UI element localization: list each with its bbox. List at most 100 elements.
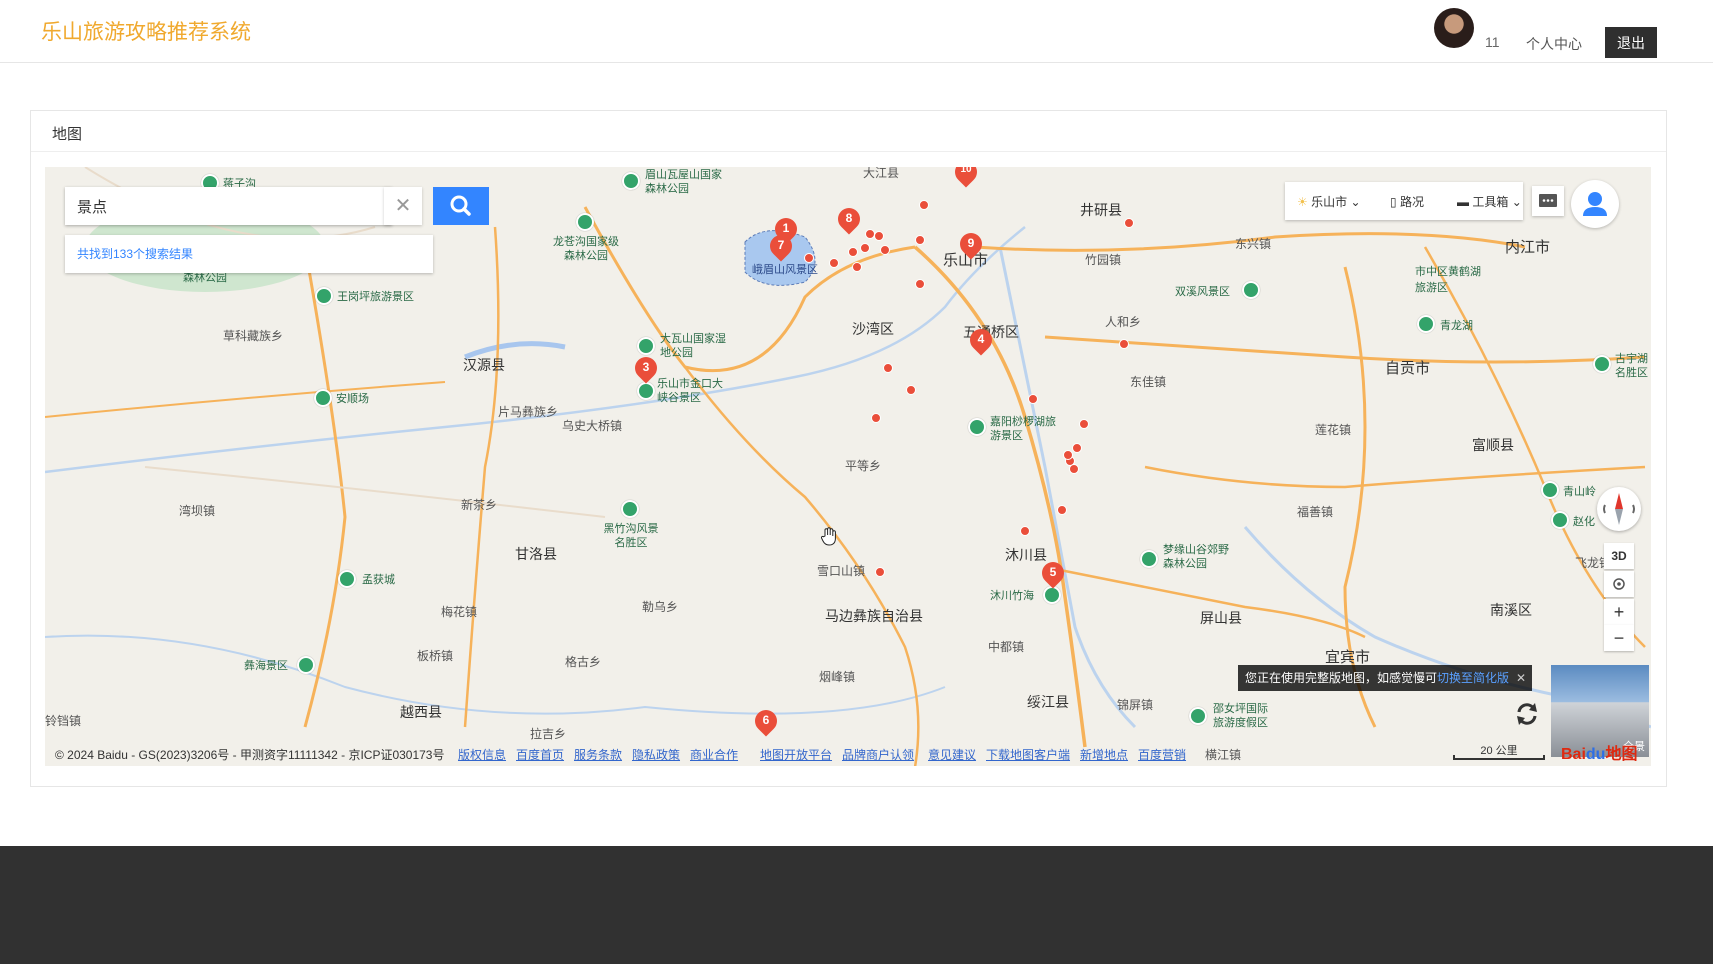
result-dot[interactable] [915, 279, 925, 289]
zoom-out-button[interactable]: − [1604, 625, 1634, 651]
poi-label[interactable]: 眉山瓦屋山国家森林公园 [645, 168, 725, 196]
result-dot[interactable] [1020, 526, 1030, 536]
result-dot[interactable] [871, 413, 881, 423]
scenic-icon[interactable] [1140, 550, 1158, 568]
result-marker[interactable]: 9 [955, 228, 987, 263]
scenic-icon[interactable] [314, 389, 332, 407]
scenic-icon[interactable] [1189, 707, 1207, 725]
result-dot[interactable] [906, 385, 916, 395]
search-result-count[interactable]: 共找到133个搜索结果 [65, 235, 433, 273]
scenic-icon[interactable] [622, 172, 640, 190]
poi-label[interactable]: 大瓦山国家湿地公园 [660, 332, 730, 360]
footer-link[interactable]: 意见建议 [928, 746, 976, 763]
result-marker[interactable]: 6 [750, 705, 782, 740]
toolbox-menu[interactable]: ▬ 工具箱 ⌄ [1457, 193, 1522, 210]
switch-simplified-link[interactable]: 切换至简化版 [1437, 671, 1509, 685]
scenic-icon[interactable] [576, 213, 594, 231]
scenic-icon[interactable] [315, 287, 333, 305]
user-avatar[interactable] [1434, 8, 1474, 48]
result-marker[interactable]: 8 [833, 203, 865, 238]
poi-label[interactable]: 沐川竹海 [990, 589, 1034, 603]
result-dot[interactable] [1063, 450, 1073, 460]
footer-link[interactable]: 下载地图客户端 [986, 746, 1070, 763]
result-dot[interactable] [1028, 394, 1038, 404]
result-dot[interactable] [1124, 218, 1134, 228]
poi-label[interactable]: 嘉阳桫椤湖旅游景区 [990, 415, 1056, 443]
footer-link[interactable]: 百度首页 [516, 746, 564, 763]
poi-label[interactable]: 梦缘山谷郊野森林公园 [1163, 543, 1239, 571]
result-dot[interactable] [829, 258, 839, 268]
result-dot[interactable] [1119, 339, 1129, 349]
map-search-button[interactable] [433, 187, 489, 225]
result-dot[interactable] [865, 229, 875, 239]
scenic-icon[interactable] [297, 656, 315, 674]
footer-link[interactable]: 新增地点 [1080, 746, 1128, 763]
footer-link[interactable]: 隐私政策 [632, 746, 680, 763]
footer-link[interactable]: 商业合作 [690, 746, 738, 763]
site-brand[interactable]: 乐山旅游攻略推荐系统 [41, 16, 251, 46]
poi-label[interactable]: 青山岭 [1563, 485, 1596, 499]
poi-label[interactable]: 邵女坪国际旅游度假区 [1213, 702, 1277, 730]
clear-search-icon[interactable]: ✕ [384, 187, 422, 225]
poi-label[interactable]: 龙苍沟国家级森林公园 [548, 235, 624, 263]
compass-control[interactable] [1597, 487, 1641, 531]
scenic-icon[interactable] [1541, 481, 1559, 499]
scenic-icon[interactable] [1417, 315, 1435, 333]
message-button[interactable] [1532, 186, 1564, 216]
scenic-icon[interactable] [1242, 281, 1260, 299]
refresh-icon[interactable] [1511, 698, 1543, 730]
result-dot[interactable] [1079, 419, 1089, 429]
footer-link[interactable]: 百度营销 [1138, 746, 1186, 763]
locate-button[interactable] [1604, 571, 1634, 597]
3d-toggle-button[interactable]: 3D [1604, 543, 1634, 569]
scenic-icon[interactable] [968, 418, 986, 436]
baidu-map[interactable]: 乐山市 井研县 内江市 自贡市 宜宾市 汉源县 甘洛县 越西县 沐川县 马边彝族… [45, 167, 1651, 766]
scenic-icon[interactable] [338, 570, 356, 588]
result-marker[interactable]: 4 [965, 324, 997, 359]
poi-label[interactable]: 古宇湖名胜区 [1615, 352, 1651, 380]
footer-link[interactable]: 品牌商户认领 [842, 746, 914, 763]
zoom-in-button[interactable]: + [1604, 599, 1634, 625]
logout-button[interactable]: 退出 [1605, 27, 1657, 58]
result-dot[interactable] [874, 231, 884, 241]
poi-label[interactable]: 王岗坪旅游景区 [337, 290, 414, 304]
result-dot[interactable] [875, 567, 885, 577]
footer-link[interactable]: 服务条款 [574, 746, 622, 763]
scenic-icon[interactable] [1593, 355, 1611, 373]
result-dot[interactable] [883, 363, 893, 373]
map-search-input[interactable] [65, 187, 389, 225]
result-marker[interactable]: 5 [1037, 557, 1069, 592]
close-icon[interactable]: ✕ [1516, 665, 1526, 691]
city-switch[interactable]: ☀ 乐山市 ⌄ [1297, 193, 1361, 210]
result-dot[interactable] [804, 253, 814, 263]
traffic-toggle[interactable]: ▯ 路况 [1390, 193, 1424, 210]
poi-label[interactable]: 峨眉山风景区 [752, 263, 818, 277]
result-marker[interactable]: 7 [765, 230, 797, 265]
footer-link[interactable]: 地图开放平台 [760, 746, 832, 763]
result-dot[interactable] [915, 235, 925, 245]
poi-label[interactable]: 双溪风景区 [1175, 285, 1230, 299]
baidu-map-logo[interactable]: Baidu地图 [1561, 740, 1637, 764]
map-user-button[interactable] [1571, 180, 1619, 228]
result-dot[interactable] [880, 245, 890, 255]
poi-label[interactable]: 赵化 [1573, 515, 1595, 529]
result-marker[interactable]: 3 [630, 352, 662, 387]
personal-center-link[interactable]: 个人中心 [1526, 34, 1582, 54]
scenic-icon[interactable] [637, 337, 655, 355]
result-marker[interactable]: 10 [950, 167, 982, 191]
poi-label[interactable]: 森林公园 [183, 271, 227, 285]
poi-label[interactable]: 乐山市金口大峡谷景区 [657, 377, 727, 405]
poi-label[interactable]: 青龙湖 [1440, 319, 1473, 333]
scenic-icon[interactable] [1551, 511, 1569, 529]
scenic-icon[interactable] [621, 500, 639, 518]
result-dot[interactable] [1069, 464, 1079, 474]
result-dot[interactable] [848, 247, 858, 257]
result-dot[interactable] [1072, 443, 1082, 453]
poi-label[interactable]: 黑竹沟风景名胜区 [601, 522, 661, 550]
footer-link[interactable]: 版权信息 [458, 746, 506, 763]
result-dot[interactable] [852, 262, 862, 272]
poi-label[interactable]: 安顺场 [336, 392, 369, 406]
poi-label[interactable]: 彝海景区 [244, 659, 288, 673]
result-dot[interactable] [919, 200, 929, 210]
result-dot[interactable] [860, 243, 870, 253]
